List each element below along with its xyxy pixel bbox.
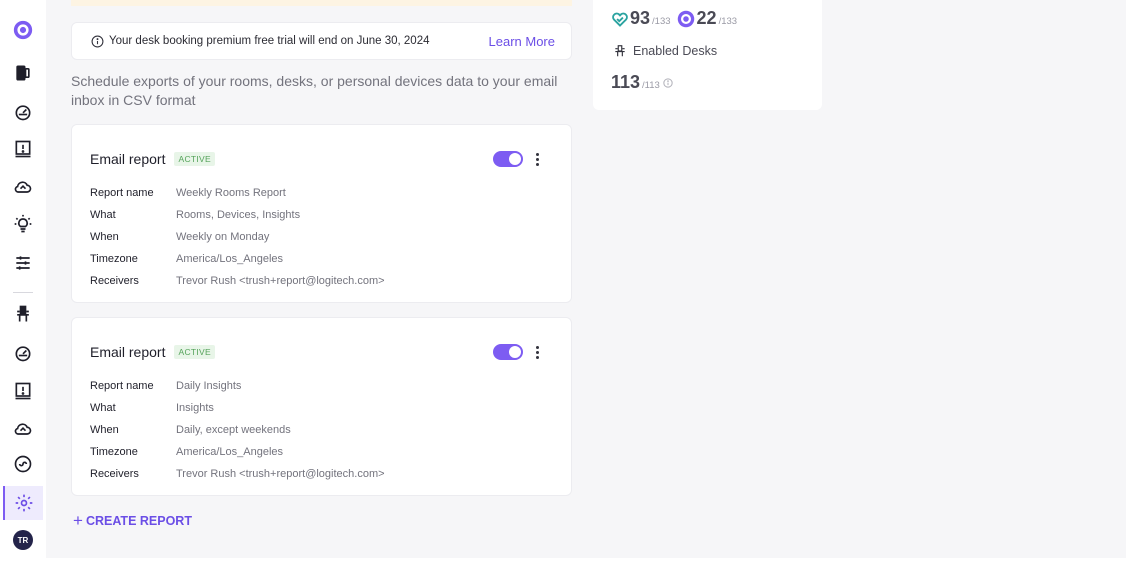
desk-icon[interactable] [6,298,40,330]
report-field-row: What Rooms, Devices, Insights [90,204,385,226]
report-title: Email report [90,344,166,360]
page-description: Schedule exports of your rooms, desks, o… [71,73,558,108]
report-card: Email report ACTIVE Report name Weekly Ro… [71,124,572,303]
field-label: Receivers [90,275,139,287]
enabled-desks-total: /113 [642,80,660,91]
logo-icon[interactable] [6,14,40,46]
plus-icon: + [73,511,83,530]
cloud-icon[interactable] [6,171,40,203]
info-icon [91,35,104,47]
insights-icon[interactable] [6,208,40,240]
top-warning-strip [71,0,572,6]
create-report-label: CREATE REPORT [85,514,192,528]
status-badge: ACTIVE [174,345,215,359]
field-value: America/Los_Angeles [176,253,284,265]
cloud-icon-2[interactable] [6,413,40,445]
field-value: America/Los_Angeles [176,446,284,458]
report-field-row: Report name Weekly Rooms Report [90,182,385,204]
sidebar: TR [0,0,46,570]
enabled-desks-count: 113 [611,72,641,92]
report-toggle[interactable] [493,151,523,167]
healthy-total: /133 [652,16,671,27]
field-label: Report name [90,380,154,392]
avatar[interactable]: TR [13,530,33,550]
settings-sliders-icon[interactable] [6,247,40,279]
field-label: What [90,209,116,221]
field-label: What [90,402,116,414]
right-edge [1126,0,1134,570]
dashboard-icon-2[interactable] [6,337,40,369]
learn-more-link[interactable]: Learn More [489,34,555,49]
banner-text: Your desk booking premium free trial wil… [109,35,430,47]
report-field-row: When Weekly on Monday [90,226,385,248]
desk-stats-panel: 93 /133 22 /133 Enabled Desks 113 /113 [593,0,822,110]
field-value: Insights [176,402,214,414]
more-options-icon[interactable] [531,150,543,168]
field-label: Receivers [90,468,139,480]
report-field-row: When Daily, except weekends [90,419,385,441]
status-badge: ACTIVE [174,152,215,166]
field-label: Report name [90,187,154,199]
more-options-icon[interactable] [531,343,543,361]
report-field-row: Receivers Trevor Rush <trush+report@logit… [90,463,385,485]
field-value: Daily, except weekends [176,424,291,436]
field-label: Timezone [90,253,138,265]
report-field-row: Timezone America/Los_Angeles [90,441,385,463]
field-label: When [90,231,119,243]
field-label: Timezone [90,446,138,458]
dashboard-icon[interactable] [6,96,40,128]
field-value: Daily Insights [176,380,242,392]
devices-icon[interactable] [6,57,40,89]
report-field-row: What Insights [90,397,385,419]
field-value: Trevor Rush <trush+report@logitech.com> [176,275,385,287]
sidebar-divider [13,292,33,293]
health-heart-icon [612,12,628,27]
create-report-button[interactable]: + CREATE REPORT [73,511,192,530]
synced-count: 22 [696,8,717,28]
info-icon[interactable] [663,77,673,88]
report-toggle[interactable] [493,344,523,360]
report-title: Email report [90,151,166,167]
bottom-edge [46,558,1126,570]
field-value: Trevor Rush <trush+report@logitech.com> [176,468,385,480]
field-label: When [90,424,119,436]
enabled-desks-label: Enabled Desks [633,44,718,58]
report-field-row: Receivers Trevor Rush <trush+report@logit… [90,270,385,292]
desk-icon [615,45,625,57]
report-field-row: Timezone America/Los_Angeles [90,248,385,270]
report-card: Email report ACTIVE Report name Daily Ins… [71,317,572,496]
field-value: Rooms, Devices, Insights [176,209,301,221]
alerts-icon-2[interactable] [6,375,40,407]
synced-total: /133 [718,16,738,27]
sync-ring-icon [677,10,694,27]
healthy-count: 93 [630,8,651,28]
integrations-icon[interactable] [6,448,40,480]
report-field-row: Report name Daily Insights [90,375,385,397]
field-value: Weekly Rooms Report [176,187,286,199]
gear-icon[interactable] [3,486,43,520]
field-value: Weekly on Monday [176,231,270,243]
trial-banner: Your desk booking premium free trial wil… [71,22,572,60]
alerts-icon[interactable] [6,133,40,165]
